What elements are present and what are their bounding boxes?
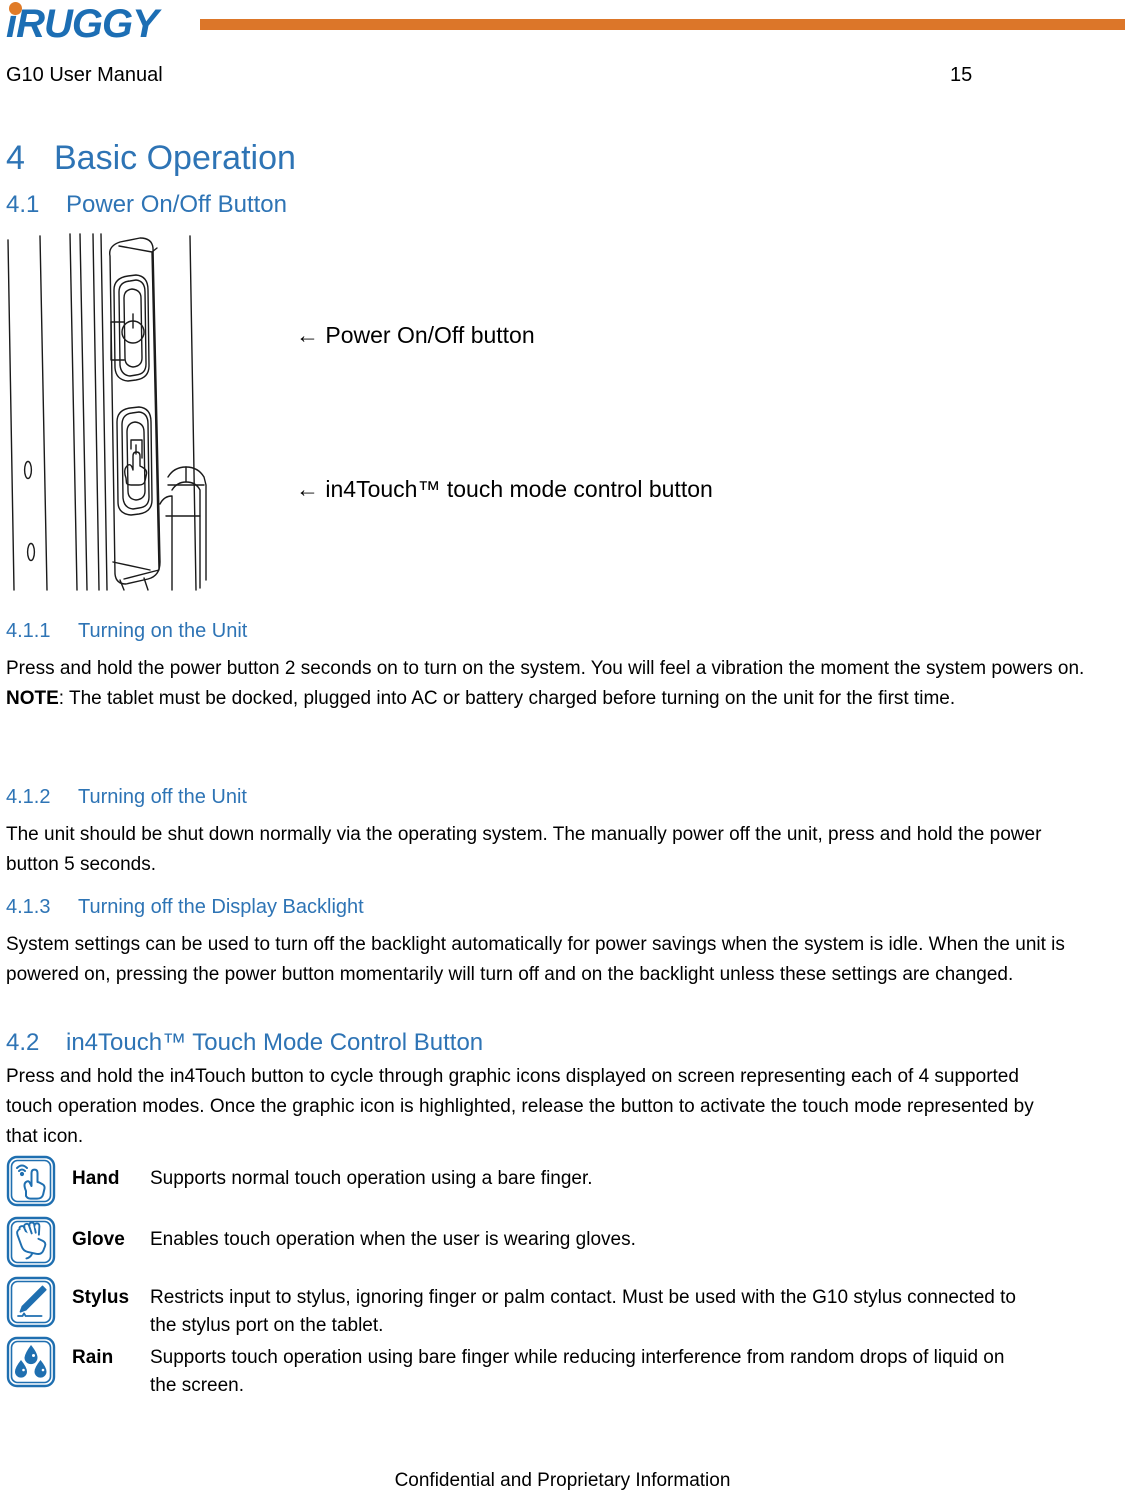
heading-42-in4touch-control-button: 4.2 in4Touch™ Touch Mode Control Button	[6, 1028, 483, 1058]
logo-letter-i: i	[6, 0, 22, 48]
paragraph-411-part1: Press and hold the power button 2 second…	[6, 658, 1085, 679]
heading-4-basic-operation: 4 Basic Operation	[6, 138, 296, 178]
header-page-number: 15	[950, 64, 973, 86]
paragraph-411-part2: : The tablet must be docked, plugged int…	[58, 688, 956, 709]
tablet-side-line-drawing	[7, 233, 207, 591]
heading-412-turning-off-the-unit: 4.1.2 Turning off the Unit	[6, 784, 247, 810]
heading-41-text: Power On/Off Button	[66, 191, 288, 218]
touch-mode-name-glove: Glove	[72, 1229, 125, 1250]
heading-413-turning-off-display-backlight: 4.1.3 Turning off the Display Backlight	[6, 894, 364, 920]
header-document-title: G10 User Manual	[6, 64, 163, 86]
heading-412-text: Turning off the Unit	[78, 786, 247, 808]
touch-mode-desc-hand: Supports normal touch operation using a …	[150, 1168, 593, 1189]
heading-411-number: 4.1.1	[6, 620, 51, 642]
heading-41-power-onoff-button: 4.1 Power On/Off Button	[6, 190, 287, 220]
document-page: i RUGGY G10 User Manual 15 4 Basic Operat…	[0, 0, 1125, 1503]
page-footer: Confidential and Proprietary Information	[394, 1470, 731, 1491]
heading-413-number: 4.1.3	[6, 896, 51, 918]
heading-4-text: Basic Operation	[54, 139, 296, 177]
touch-mode-name-rain: Rain	[72, 1347, 114, 1368]
figure-callout-touch-button: ← in4Touch™ touch mode control button	[296, 476, 713, 502]
hand-touch-icon	[6, 1155, 56, 1207]
iruggy-logo: i RUGGY	[6, 0, 196, 48]
logo-wordmark: RUGGY	[16, 2, 159, 46]
paragraph-411: Press and hold the power button 2 second…	[6, 654, 1096, 714]
heading-41-number: 4.1	[6, 191, 40, 218]
page-header: i RUGGY G10 User Manual 15	[0, 0, 1125, 110]
touch-mode-desc-glove: Enables touch operation when the user is…	[150, 1229, 636, 1250]
heading-411-text: Turning on the Unit	[78, 620, 248, 642]
logo-orange-dot	[9, 2, 22, 15]
touch-mode-desc-stylus: Restricts input to stylus, ignoring fing…	[150, 1287, 1016, 1336]
figure-tablet-side-buttons	[0, 232, 260, 592]
glove-icon	[6, 1216, 56, 1268]
figure-callout-power-button: ← Power On/Off button	[296, 322, 535, 348]
paragraph-42: Press and hold the in4Touch button to cy…	[6, 1066, 1034, 1147]
heading-42-text: in4Touch™ Touch Mode Control Button	[66, 1029, 484, 1056]
heading-411-turning-on-the-unit: 4.1.1 Turning on the Unit	[6, 618, 247, 644]
heading-412-number: 4.1.2	[6, 786, 51, 808]
paragraph-411-note-label: NOTE	[6, 688, 59, 709]
paragraph-413: System settings can be used to turn off …	[6, 934, 1065, 985]
heading-4-number: 4	[6, 139, 25, 177]
header-orange-rule	[200, 19, 1125, 30]
touch-mode-name-hand: Hand	[72, 1168, 120, 1189]
stylus-icon	[6, 1276, 56, 1328]
heading-413-text: Turning off the Display Backlight	[78, 896, 364, 918]
paragraph-412: The unit should be shut down normally vi…	[6, 824, 1042, 875]
rain-drops-icon	[6, 1336, 56, 1388]
touch-mode-name-stylus: Stylus	[72, 1287, 130, 1308]
heading-42-number: 4.2	[6, 1029, 40, 1056]
touch-mode-desc-rain: Supports touch operation using bare fing…	[150, 1347, 1005, 1396]
